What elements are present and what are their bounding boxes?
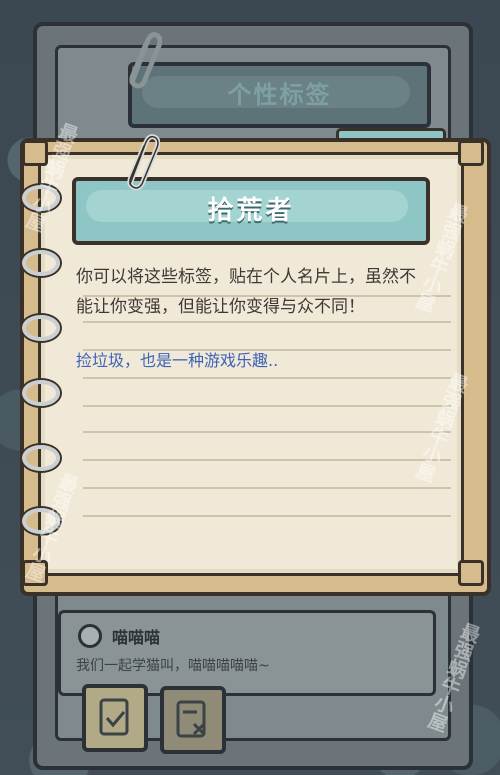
remove-tag-button[interactable] <box>160 686 226 754</box>
corner-bracket <box>458 140 484 166</box>
paperclip-icon <box>129 32 162 89</box>
tag-description: 你可以将这些标签，贴在个人名片上，虽然不能让你变强，但能让你变得与众不同！ <box>76 267 416 317</box>
binder-ring-icon <box>22 250 60 276</box>
corner-bracket <box>458 560 484 586</box>
profile-card-description: 我们一起学猫叫，喵喵喵喵喵~ <box>76 658 270 674</box>
binder-ring-icon <box>22 380 60 406</box>
binder-ring-icon <box>22 445 60 471</box>
binder-ring-icon <box>22 315 60 341</box>
avatar-icon <box>78 624 102 648</box>
back-panel-title: 个性标签 <box>227 81 332 109</box>
profile-card-name: 喵喵喵 <box>112 628 161 647</box>
paperclip-icon <box>127 134 160 191</box>
remove-list-icon <box>176 700 206 738</box>
equip-tag-button[interactable] <box>82 684 148 752</box>
checklist-icon <box>99 698 129 736</box>
tag-flavor-text: 捡垃圾，也是一种游戏乐趣.. <box>76 351 279 370</box>
